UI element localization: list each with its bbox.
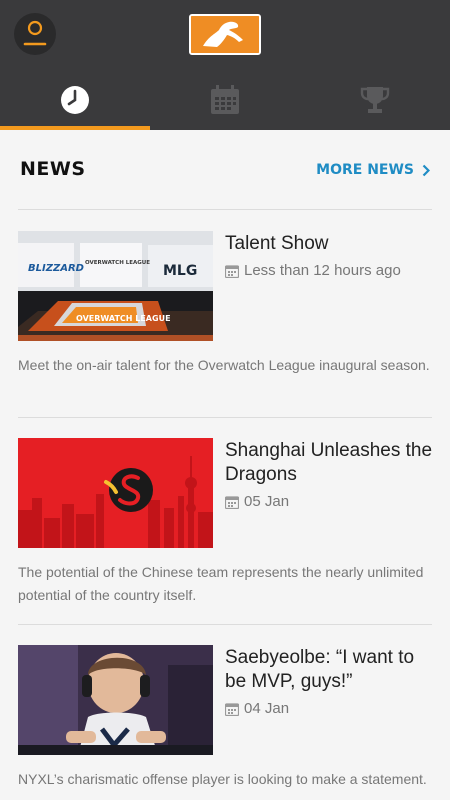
article-date: 04 Jan [225,700,289,717]
tab-calendar[interactable] [150,70,300,130]
news-article[interactable]: BLIZZARD OVERWATCH LEAGUE MLG OVERWATCH … [0,210,450,417]
tab-standings[interactable] [300,70,450,130]
article-date: Less than 12 hours ago [225,262,401,279]
chevron-right-icon [422,164,430,176]
thumb-label-mlg: MLG [163,263,197,279]
clock-icon [61,86,89,114]
article-description: NYXL’s charismatic offense player is loo… [18,771,427,787]
article-title: Shanghai Unleashes the Dragons [225,440,433,485]
overwatch-league-logo[interactable] [189,14,261,55]
news-article[interactable]: Shanghai Unleashes the Dragons 05 Jan Th… [0,417,450,624]
article-date: 05 Jan [225,493,289,510]
article-date-text: 04 Jan [244,700,290,717]
calendar-icon [225,264,239,278]
more-news-link[interactable]: MORE NEWS [316,162,430,178]
article-description: Meet the on-air talent for the Overwatch… [18,357,430,373]
user-icon [23,20,47,46]
article-date-text: 05 Jan [244,493,290,510]
news-section-header: NEWS MORE NEWS [0,130,450,210]
more-news-label: MORE NEWS [316,162,414,178]
article-title: Talent Show [225,233,329,254]
calendar-icon [225,495,239,509]
article-date-text: Less than 12 hours ago [244,262,401,279]
news-heading: NEWS [20,158,86,180]
thumb-label-league: OVERWATCH LEAGUE [85,260,150,266]
article-thumbnail: BLIZZARD OVERWATCH LEAGUE MLG OVERWATCH … [18,231,213,341]
news-article[interactable]: Saebyeolbe: “I want to be MVP, guys!” 04… [0,624,450,800]
calendar-icon [225,702,239,716]
article-description: The potential of the Chinese team repres… [18,564,424,603]
article-thumbnail [18,438,213,548]
thumb-label-blizzard: BLIZZARD [28,263,84,274]
article-thumbnail [18,645,213,755]
tab-schedule[interactable] [0,70,150,130]
app-bar [0,0,450,130]
tab-bar [0,70,450,130]
thumb-brand: OVERWATCH LEAGUE [76,314,171,323]
calendar-icon [211,85,239,114]
profile-button[interactable] [14,13,56,55]
article-title: Saebyeolbe: “I want to be MVP, guys!” [225,647,415,692]
trophy-icon [360,87,390,113]
